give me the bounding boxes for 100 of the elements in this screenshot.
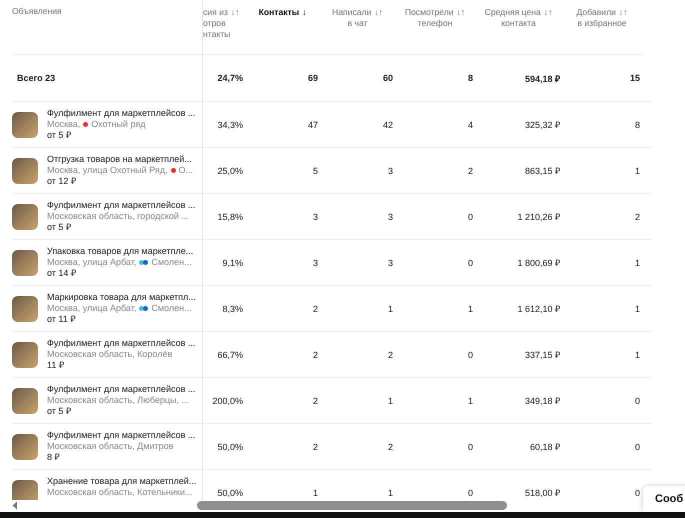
table-cell-text: 50,0% xyxy=(217,488,244,498)
table-cell-text: 0 xyxy=(468,258,474,268)
table-cell-text: 42 xyxy=(382,120,394,130)
sort-icon[interactable]: ↓↑ xyxy=(618,7,628,18)
total-label: Всего 23 xyxy=(17,73,56,83)
column-header[interactable]: Посмотрели ↓↑ телефон xyxy=(404,7,466,29)
table-cell-text: 863,15 ₽ xyxy=(524,165,561,177)
table-cell-text: 200,0% xyxy=(212,396,244,406)
total-value: 60 xyxy=(382,73,394,83)
table-cell-text: 2 xyxy=(312,304,319,314)
table-cell-text: 4 xyxy=(468,120,474,130)
table-cell-text: 50,0% xyxy=(217,442,244,452)
ad-title[interactable]: Фулфилмент для маркетплейсов ... xyxy=(47,384,196,395)
ad-title[interactable]: Хранение товара для маркетплей... xyxy=(47,476,196,487)
table-cell-text: 0 xyxy=(468,442,474,452)
column-header[interactable]: Написали ↓↑ в чат xyxy=(332,7,383,29)
table-cell-text: 1 xyxy=(388,488,394,498)
table-cell-text: 8 xyxy=(634,120,641,130)
table-cell-text: 25,0% xyxy=(217,166,244,176)
ad-price: 11 ₽ xyxy=(47,360,65,371)
table-cell-text: 1 612,10 ₽ xyxy=(517,303,561,315)
ad-location: Московская область, Люберцы, ... xyxy=(47,395,190,406)
ad-price: от 5 ₽ xyxy=(47,222,72,233)
table-cell-text: 1 xyxy=(468,304,474,314)
ad-location: О... xyxy=(178,165,194,176)
ad-price: от 12 ₽ xyxy=(47,176,77,187)
table-cell-text: 518,00 ₽ xyxy=(524,487,561,499)
table-cell-text: 1 xyxy=(468,396,474,406)
photo-placeholder xyxy=(12,480,38,500)
table-cell-text: 3 xyxy=(312,258,319,268)
table-cell-text: 1 800,69 ₽ xyxy=(517,257,561,269)
ad-location: Смолен... xyxy=(151,257,192,268)
table-cell-text: 1 xyxy=(312,488,319,498)
photo-placeholder xyxy=(12,204,38,230)
sort-icon[interactable]: ↓ xyxy=(302,7,306,18)
table-cell-text: 0 xyxy=(468,350,474,360)
ad-title[interactable]: Отгрузка товаров на маркетплей... xyxy=(47,154,194,165)
ad-location: Московская область, городской ... xyxy=(47,211,189,222)
table-cell-text: 15,8% xyxy=(217,212,244,222)
table-cell-text: 325,32 ₽ xyxy=(524,119,561,131)
table-cell-text: 1 xyxy=(634,304,641,314)
table-cell-text: 2 xyxy=(312,442,319,452)
sort-icon[interactable]: ↓↑ xyxy=(544,7,552,18)
ad-title[interactable]: Фулфилмент для маркетплейсов ... xyxy=(47,338,196,349)
table-cell-text: 349,18 ₽ xyxy=(524,395,561,407)
ad-title[interactable]: Упаковка товаров для маркетпле... xyxy=(47,246,194,257)
photo-placeholder xyxy=(12,296,38,322)
ad-location: Москва, улица Охотный Ряд, xyxy=(47,165,168,176)
table-cell-text: 3 xyxy=(388,258,394,268)
messages-button[interactable]: Сооб xyxy=(643,486,685,512)
ad-location: Охотный ряд xyxy=(91,119,146,130)
table-cell-text: 2 xyxy=(634,212,641,222)
sort-icon[interactable]: ↓↑ xyxy=(456,7,466,18)
ad-location: Московская область, Дмитров xyxy=(47,441,174,452)
table-cell-text: 1 xyxy=(634,258,641,268)
ad-title[interactable]: Фулфилмент для маркетплейсов ... xyxy=(47,200,196,211)
table-cell-text: 337,15 ₽ xyxy=(524,349,561,361)
photo-placeholder xyxy=(12,250,38,276)
table-cell-text: 9,1% xyxy=(222,258,244,268)
table-cell-text: 47 xyxy=(308,120,319,130)
table-cell-text: 3 xyxy=(388,212,394,222)
photo-placeholder xyxy=(12,112,38,138)
column-header[interactable]: Контакты ↓ xyxy=(258,7,306,18)
total-value: 24,7% xyxy=(217,73,244,83)
total-value: 15 xyxy=(630,73,641,83)
table-cell-text: 2 xyxy=(388,442,394,452)
table-cell-text: 34,3% xyxy=(217,120,244,130)
table-cell-text: 2 xyxy=(312,396,319,406)
sort-icon[interactable]: ↓↑ xyxy=(374,7,383,18)
column-header[interactable]: Добавили ↓↑ в избранное xyxy=(576,7,628,29)
ad-title[interactable]: Фулфилмент для маркетплейсов ... xyxy=(47,430,196,441)
ad-price: от 5 ₽ xyxy=(47,130,72,141)
scrollbar-thumb[interactable] xyxy=(197,501,507,510)
photo-placeholder xyxy=(12,342,38,368)
table-cell-text: 0 xyxy=(634,442,641,452)
table-cell-text: 1 xyxy=(388,396,394,406)
sort-icon[interactable]: ↓↑ xyxy=(230,7,240,18)
ad-title[interactable]: Маркировка товара для маркетпл... xyxy=(47,292,196,303)
table-cell-text: 0 xyxy=(468,212,474,222)
table-cell-text: 1 xyxy=(388,304,394,314)
table-cell-text: 0 xyxy=(468,488,474,498)
table-cell-text: 2 xyxy=(312,350,319,360)
table-cell-text: 0 xyxy=(634,488,641,498)
ad-title[interactable]: Фулфилмент для маркетплейсов ... xyxy=(47,108,196,119)
ad-location: Москва, улица Арбат, xyxy=(47,303,136,314)
table-cell-text: 2 xyxy=(468,166,474,176)
ad-location: Смолен... xyxy=(151,303,192,314)
column-header[interactable]: Средняя цена ↓↑ контакта xyxy=(484,7,552,29)
scroll-left-icon[interactable] xyxy=(12,501,18,510)
ad-location: Москва, улица Арбат, xyxy=(47,257,136,268)
table-cell-text: 66,7% xyxy=(217,350,244,360)
column-header[interactable]: сия из ↓↑ отров нтакты xyxy=(203,7,240,40)
table-cell-text: 1 xyxy=(634,166,641,176)
table-cell-text: 0 xyxy=(634,396,641,406)
total-value: 594,18 ₽ xyxy=(524,72,561,84)
table-cell-text: 60,18 ₽ xyxy=(530,441,561,453)
photo-placeholder xyxy=(12,388,38,414)
table-cell-text: 2 xyxy=(388,350,394,360)
table-cell-text: 8,3% xyxy=(222,304,244,314)
table-cell-text: 3 xyxy=(388,166,394,176)
